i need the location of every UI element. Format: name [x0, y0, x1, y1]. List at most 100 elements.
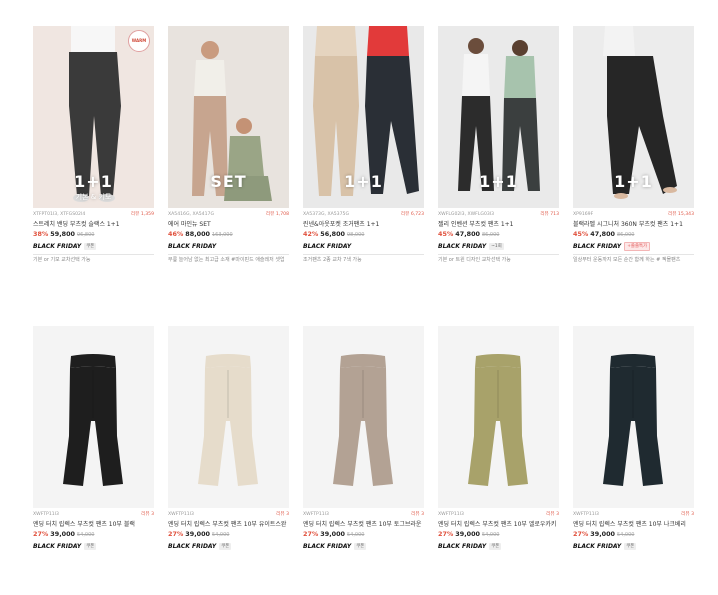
price-row: 42% 56,800 98,000 — [303, 230, 424, 240]
product-meta: XWFTP11I3 리뷰 3 — [168, 511, 289, 519]
tag-row: BLACK FRIDAY +쏠쏠특가 — [573, 242, 694, 251]
product-image[interactable] — [573, 326, 694, 508]
product-code: XWFTP11I3 — [303, 512, 329, 517]
price-row: 45% 47,800 86,000 — [573, 230, 694, 240]
price-row: 45% 47,800 86,000 — [438, 230, 559, 240]
black-friday-label: BLACK FRIDAY — [303, 243, 352, 250]
product-name[interactable]: 엔딩 터치 립렉스 부츠컷 팬츠 10부 엘로우카키 — [438, 521, 559, 529]
tag-row: BLACK FRIDAY ~1회 — [438, 242, 559, 251]
product-name[interactable]: 엔딩 터치 립렉스 부츠컷 팬츠 10부 블랙 — [33, 521, 154, 529]
black-friday-label: BLACK FRIDAY — [303, 543, 352, 550]
product-info: XA5373G, XA5375G 리뷰 6,723 린넨&아웃포켓 조거팬츠 1+1… — [303, 211, 424, 264]
review-count[interactable]: 리뷰 3 — [276, 511, 289, 519]
sale-price: 47,800 — [455, 230, 480, 238]
product-info: XTFPT01I3, XTFGS02I4 리뷰 1,359 스트레치 밴딩 부츠컷 … — [33, 211, 154, 264]
tag-row: BLACK FRIDAY 쿠폰 — [33, 542, 154, 551]
price-row: 27% 39,000 54,000 — [438, 530, 559, 540]
product-meta: XTFPT01I3, XTFGS02I4 리뷰 1,359 — [33, 211, 154, 219]
product-code: XWFTP11I3 — [33, 512, 59, 517]
original-price: 54,000 — [76, 532, 95, 538]
review-count[interactable]: 리뷰 713 — [540, 211, 559, 219]
review-count[interactable]: 리뷰 1,708 — [266, 211, 289, 219]
product-code: XA5373G, XA5375G — [303, 212, 350, 217]
product-meta: XA5416G, XA5417G 리뷰 1,708 — [168, 211, 289, 219]
discount-rate: 45% — [573, 230, 589, 238]
promo-overlay: SET — [168, 172, 289, 191]
review-count[interactable]: 리뷰 6,723 — [401, 211, 424, 219]
product-name[interactable]: 스트레치 밴딩 부츠컷 슬랙스 1+1 — [33, 221, 154, 229]
discount-rate: 27% — [573, 530, 589, 538]
product-info: XWFTP11I3 리뷰 3 엔딩 터치 립렉스 부츠컷 팬츠 10부 블랙 27% 3… — [33, 511, 154, 551]
sale-price: 39,000 — [50, 530, 75, 538]
original-price: 163,000 — [211, 232, 233, 238]
black-friday-label: BLACK FRIDAY — [33, 243, 82, 250]
divider — [573, 254, 694, 255]
discount-rate: 46% — [168, 230, 184, 238]
promo-overlay-title: 1+1 — [614, 172, 653, 191]
product-description: 기본 or 트윈 디자인 교차선택 가능 — [438, 257, 511, 263]
product-name[interactable]: 엔딩 터치 립렉스 부츠컷 팬츠 10부 토그브라운 — [303, 521, 424, 529]
original-price: 54,000 — [616, 532, 635, 538]
review-count[interactable]: 리뷰 15,343 — [668, 211, 694, 219]
product-meta: XWFTP11I3 리뷰 3 — [33, 511, 154, 519]
review-count[interactable]: 리뷰 3 — [141, 511, 154, 519]
price-row: 27% 39,000 54,000 — [168, 530, 289, 540]
product-name[interactable]: 린넨&아웃포켓 조거팬츠 1+1 — [303, 221, 424, 229]
black-friday-label: BLACK FRIDAY — [33, 543, 82, 550]
review-count[interactable]: 리뷰 3 — [546, 511, 559, 519]
original-price: 54,000 — [211, 532, 230, 538]
tag-row: BLACK FRIDAY — [168, 242, 289, 251]
product-description: 무릎 늘어남 없는 최고급 소재 #마이핀드 애슬레저 셋업 — [168, 257, 285, 263]
product-tag: 쿠폰 — [84, 243, 97, 250]
black-friday-label: BLACK FRIDAY — [168, 243, 217, 250]
product-name[interactable]: 엔딩 터치 립렉스 부츠컷 팬츠 10부 나크베리 — [573, 521, 694, 529]
product-image[interactable] — [168, 326, 289, 508]
product-tag: ~1회 — [489, 243, 504, 250]
original-price: 54,000 — [346, 532, 365, 538]
warm-badge-icon: WARM — [128, 30, 150, 52]
tag-row: BLACK FRIDAY 쿠폰 — [168, 542, 289, 551]
promo-overlay-subtitle: 기본 & 키모 — [75, 193, 112, 201]
product-tag: 쿠폰 — [219, 543, 232, 550]
product-info: XWFTP11I3 리뷰 3 엔딩 터치 립렉스 부츠컷 팬츠 10부 나크베리 27… — [573, 511, 694, 551]
product-info: XA5416G, XA5417G 리뷰 1,708 에어 마인뉴 SET 46% 88,… — [168, 211, 289, 264]
review-count[interactable]: 리뷰 3 — [411, 511, 424, 519]
product-name[interactable]: 에어 마인뉴 SET — [168, 221, 289, 229]
black-friday-label: BLACK FRIDAY — [573, 243, 622, 250]
product-image[interactable] — [438, 326, 559, 508]
discount-rate: 45% — [438, 230, 454, 238]
review-count[interactable]: 리뷰 1,359 — [131, 211, 154, 219]
sale-price: 56,800 — [320, 230, 345, 238]
product-name[interactable]: 젤리 인벤션 부츠컷 팬츠 1+1 — [438, 221, 559, 229]
discount-rate: 27% — [168, 530, 184, 538]
promo-overlay-title: SET — [210, 172, 247, 191]
product-code: XTFPT01I3, XTFGS02I4 — [33, 212, 86, 217]
review-count[interactable]: 리뷰 3 — [681, 511, 694, 519]
original-price: 86,000 — [481, 232, 500, 238]
product-name[interactable]: 엔딩 터치 립렉스 부츠컷 팬츠 10부 유이트스완 — [168, 521, 289, 529]
sale-price: 39,000 — [185, 530, 210, 538]
discount-rate: 27% — [33, 530, 49, 538]
discount-rate: 38% — [33, 230, 49, 238]
price-row: 46% 88,000 163,000 — [168, 230, 289, 240]
promo-overlay-title: 1+1 — [74, 172, 113, 191]
product-info: XP9169F 리뷰 15,343 블랙라벨 시그니처 360N 부츠컷 팬츠 1+… — [573, 211, 694, 264]
sale-price: 39,000 — [455, 530, 480, 538]
divider — [438, 254, 559, 255]
product-image[interactable] — [33, 326, 154, 508]
sale-price: 59,800 — [50, 230, 75, 238]
original-price: 98,000 — [346, 232, 365, 238]
product-name[interactable]: 블랙라벨 시그니처 360N 부츠컷 팬츠 1+1 — [573, 221, 694, 229]
black-friday-label: BLACK FRIDAY — [438, 243, 487, 250]
price-row: 38% 59,800 96,800 — [33, 230, 154, 240]
divider — [303, 254, 424, 255]
promo-overlay: 1+1 — [573, 172, 694, 191]
product-code: XWFLG02I3, XWFLG03I3 — [438, 212, 495, 217]
product-meta: XWFLG02I3, XWFLG03I3 리뷰 713 — [438, 211, 559, 219]
product-image[interactable] — [303, 326, 424, 508]
discount-rate: 27% — [303, 530, 319, 538]
product-grid: 1+1 기본 & 키모 WARM XTFPT01I3, XTFGS02I4 리뷰 1,3… — [0, 0, 718, 595]
original-price: 54,000 — [481, 532, 500, 538]
product-tag: 쿠폰 — [489, 543, 502, 550]
product-info: XWFTP11I3 리뷰 3 엔딩 터치 립렉스 부츠컷 팬츠 10부 엘로우카키 2… — [438, 511, 559, 551]
